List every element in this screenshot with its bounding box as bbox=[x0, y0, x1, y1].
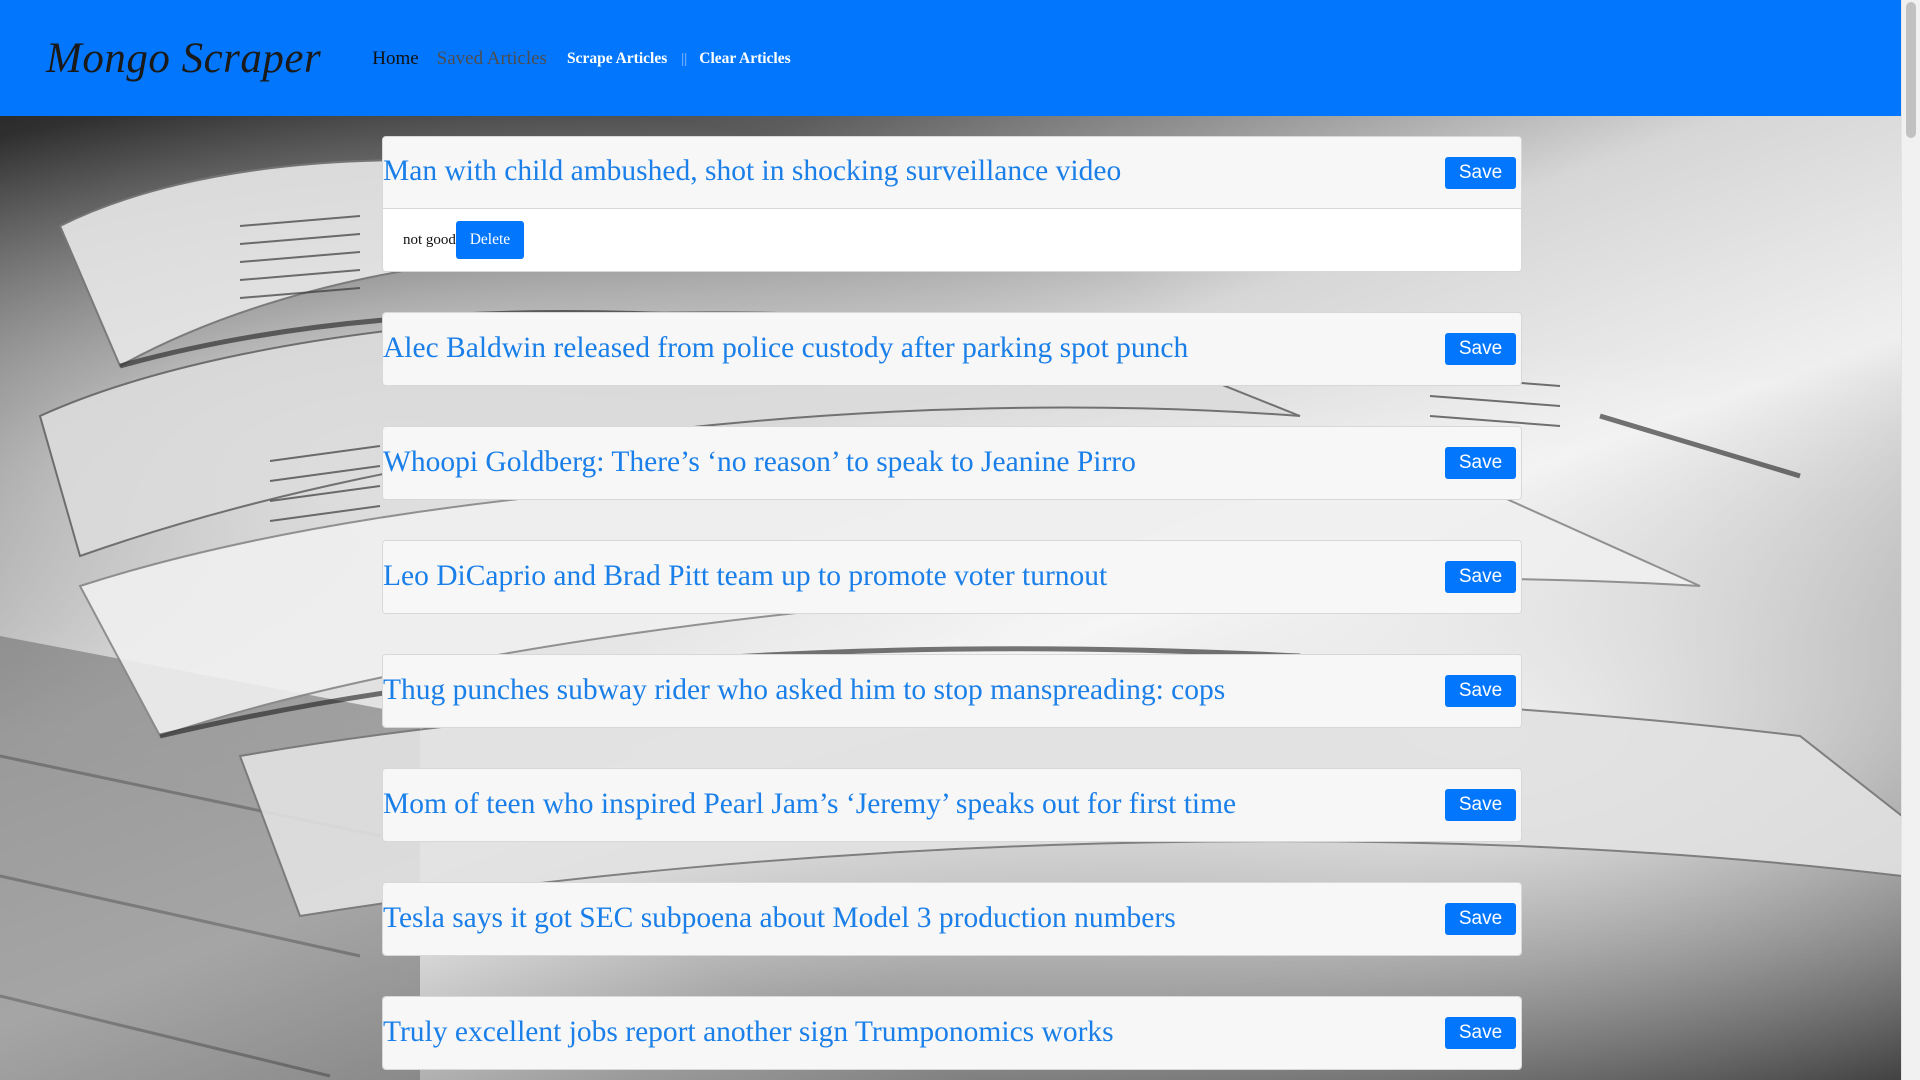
save-article-button[interactable]: Save bbox=[1445, 1017, 1516, 1049]
article-headline-link[interactable]: Whoopi Goldberg: There’s ‘no reason’ to … bbox=[383, 446, 1136, 479]
article-headline-link[interactable]: Leo DiCaprio and Brad Pitt team up to pr… bbox=[383, 560, 1107, 593]
article-card: Leo DiCaprio and Brad Pitt team up to pr… bbox=[382, 540, 1522, 614]
article-header: Alec Baldwin released from police custod… bbox=[383, 313, 1521, 385]
note-text: not good bbox=[403, 231, 456, 248]
article-headline-link[interactable]: Tesla says it got SEC subpoena about Mod… bbox=[383, 902, 1176, 935]
brand-logo[interactable]: Mongo Scraper bbox=[46, 34, 321, 83]
save-article-button[interactable]: Save bbox=[1445, 156, 1516, 189]
nav-links: Home Saved Articles Scrape Articles || C… bbox=[372, 48, 790, 70]
article-header: Tesla says it got SEC subpoena about Mod… bbox=[383, 883, 1521, 955]
article-header: Mom of teen who inspired Pearl Jam’s ‘Je… bbox=[383, 769, 1521, 841]
article-card: Mom of teen who inspired Pearl Jam’s ‘Je… bbox=[382, 768, 1522, 842]
nav-separator: || bbox=[681, 50, 688, 67]
save-article-button[interactable]: Save bbox=[1445, 561, 1516, 593]
article-header: Leo DiCaprio and Brad Pitt team up to pr… bbox=[383, 541, 1521, 613]
scrollbar-thumb[interactable] bbox=[1906, 2, 1916, 138]
article-note: not good Delete bbox=[383, 209, 1521, 271]
article-headline-link[interactable]: Alec Baldwin released from police custod… bbox=[383, 332, 1188, 365]
article-card: Whoopi Goldberg: There’s ‘no reason’ to … bbox=[382, 426, 1522, 500]
nav-saved-articles-link[interactable]: Saved Articles bbox=[437, 48, 547, 70]
article-header: Truly excellent jobs report another sign… bbox=[383, 997, 1521, 1069]
save-article-button[interactable]: Save bbox=[1445, 333, 1516, 365]
delete-note-button[interactable]: Delete bbox=[455, 221, 524, 259]
article-list: Man with child ambushed, shot in shockin… bbox=[382, 136, 1522, 1080]
article-headline-link[interactable]: Mom of teen who inspired Pearl Jam’s ‘Je… bbox=[383, 788, 1236, 821]
clear-articles-link[interactable]: Clear Articles bbox=[699, 50, 790, 68]
article-header: Man with child ambushed, shot in shockin… bbox=[383, 137, 1521, 209]
save-article-button[interactable]: Save bbox=[1445, 789, 1516, 821]
article-card: Truly excellent jobs report another sign… bbox=[382, 996, 1522, 1070]
navbar: Mongo Scraper Home Saved Articles Scrape… bbox=[0, 0, 1902, 116]
article-card: Thug punches subway rider who asked him … bbox=[382, 654, 1522, 728]
article-headline-link[interactable]: Man with child ambushed, shot in shockin… bbox=[383, 155, 1121, 188]
article-card: Alec Baldwin released from police custod… bbox=[382, 312, 1522, 386]
article-card: Man with child ambushed, shot in shockin… bbox=[382, 136, 1522, 272]
save-article-button[interactable]: Save bbox=[1445, 447, 1516, 479]
article-headline-link[interactable]: Thug punches subway rider who asked him … bbox=[383, 674, 1225, 707]
vertical-scrollbar[interactable] bbox=[1901, 0, 1920, 1080]
article-card: Tesla says it got SEC subpoena about Mod… bbox=[382, 882, 1522, 956]
article-headline-link[interactable]: Truly excellent jobs report another sign… bbox=[383, 1016, 1114, 1049]
scrape-articles-link[interactable]: Scrape Articles bbox=[567, 50, 667, 68]
save-article-button[interactable]: Save bbox=[1445, 903, 1516, 935]
save-article-button[interactable]: Save bbox=[1445, 675, 1516, 707]
article-header: Whoopi Goldberg: There’s ‘no reason’ to … bbox=[383, 427, 1521, 499]
nav-home-link[interactable]: Home bbox=[372, 48, 418, 70]
article-header: Thug punches subway rider who asked him … bbox=[383, 655, 1521, 727]
